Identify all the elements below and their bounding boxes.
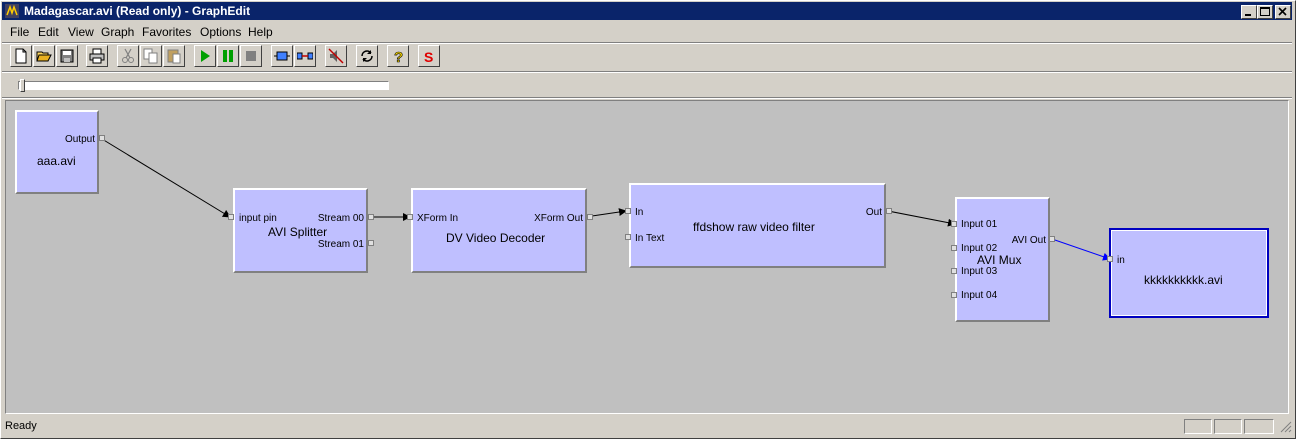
menu-graph[interactable]: Graph xyxy=(101,25,134,39)
pin-input-04[interactable] xyxy=(951,292,957,298)
pin-input-01[interactable] xyxy=(951,221,957,227)
status-pane-2 xyxy=(1214,419,1242,434)
filter-name: AVI Mux xyxy=(977,253,1022,267)
stop-icon[interactable] xyxy=(240,45,262,67)
filter-name: DV Video Decoder xyxy=(446,231,546,245)
status-text: Ready xyxy=(5,420,37,432)
filter-name: kkkkkkkkkk.avi xyxy=(1144,273,1223,287)
status-pane-3 xyxy=(1244,419,1274,434)
menu-options[interactable]: Options xyxy=(200,25,241,39)
menu-favorites[interactable]: Favorites xyxy=(142,25,191,39)
connection-ffdshow-mux[interactable] xyxy=(887,210,956,227)
connection-source-splitter[interactable] xyxy=(101,138,231,218)
new-icon[interactable] xyxy=(10,45,32,67)
filter-dv-decoder[interactable]: XForm In XForm Out DV Video Decoder xyxy=(411,188,587,273)
pin-label-input-01: Input 01 xyxy=(961,219,998,230)
svg-text:?: ? xyxy=(394,49,403,64)
filter-name: aaa.avi xyxy=(37,154,76,168)
filter-avi-mux[interactable]: Input 01 AVI Out Input 02 AVI Mux Input … xyxy=(955,197,1050,322)
filter-name: AVI Splitter xyxy=(268,225,328,239)
pin-stream-00[interactable] xyxy=(368,214,374,220)
pin-stream-01[interactable] xyxy=(368,240,374,246)
pin-input[interactable] xyxy=(228,214,234,220)
pin-label-input-03: Input 03 xyxy=(961,266,998,277)
s-icon[interactable]: S xyxy=(418,45,440,67)
resize-grip-icon[interactable] xyxy=(1280,421,1292,433)
pin-out[interactable] xyxy=(886,208,892,214)
pin-label-in-text: In Text xyxy=(635,233,665,244)
filter-ffdshow[interactable]: In Out ffdshow raw video filter In Text xyxy=(629,183,886,268)
pin-label-in: in xyxy=(1117,255,1125,266)
pin-xform-in[interactable] xyxy=(407,214,413,220)
close-button[interactable] xyxy=(1275,5,1291,19)
paste-icon[interactable] xyxy=(163,45,185,67)
play-icon[interactable] xyxy=(194,45,216,67)
menu-help[interactable]: Help xyxy=(248,25,273,39)
seek-thumb[interactable] xyxy=(20,79,25,92)
pin-label-out: Out xyxy=(865,207,882,218)
toolbar: ? S xyxy=(2,44,1292,70)
pin-label-xform-out: XForm Out xyxy=(534,213,583,224)
pin-label-xform-in: XForm In xyxy=(417,213,459,224)
pin-label-input-04: Input 04 xyxy=(961,290,998,301)
pin-in[interactable] xyxy=(1107,256,1113,262)
pin-input-03[interactable] xyxy=(951,268,957,274)
seek-bar[interactable] xyxy=(18,81,389,90)
copy-icon[interactable] xyxy=(140,45,162,67)
connect-icon[interactable] xyxy=(294,45,316,67)
minimize-button[interactable] xyxy=(1241,5,1257,19)
svg-text:S: S xyxy=(424,49,433,64)
menu-bar: File Edit View Graph Favorites Options H… xyxy=(2,23,1292,41)
pin-label-stream-00: Stream 00 xyxy=(317,213,364,224)
menu-file[interactable]: File xyxy=(10,25,29,39)
filter-name: ffdshow raw video filter xyxy=(693,220,815,234)
pin-label-in: In xyxy=(635,207,644,218)
open-icon[interactable] xyxy=(33,45,55,67)
filter-icon[interactable] xyxy=(271,45,293,67)
title-bar: Madagascar.avi (Read only) - GraphEdit xyxy=(2,2,1292,20)
pin-output[interactable] xyxy=(99,135,105,141)
menu-edit[interactable]: Edit xyxy=(38,25,59,39)
help-icon[interactable]: ? xyxy=(387,45,409,67)
pin-in-text[interactable] xyxy=(625,234,631,240)
connection-decoder-ffdshow[interactable] xyxy=(591,208,627,217)
pin-in[interactable] xyxy=(625,208,631,214)
app-icon xyxy=(5,4,19,18)
pin-label-stream-01: Stream 01 xyxy=(317,239,364,250)
filter-source[interactable]: Output aaa.avi xyxy=(15,110,99,194)
filter-file-writer[interactable]: in kkkkkkkkkk.avi xyxy=(1109,228,1269,318)
status-bar: Ready xyxy=(2,418,1292,435)
window-title: Madagascar.avi (Read only) - GraphEdit xyxy=(24,4,251,18)
pause-icon[interactable] xyxy=(217,45,239,67)
print-icon[interactable] xyxy=(86,45,108,67)
pin-xform-out[interactable] xyxy=(587,214,593,220)
refresh-icon[interactable] xyxy=(356,45,378,67)
pin-label-avi-out: AVI Out xyxy=(1011,235,1046,246)
filter-avi-splitter[interactable]: input pin Stream 00 AVI Splitter Stream … xyxy=(233,188,368,273)
save-icon[interactable] xyxy=(56,45,78,67)
menu-view[interactable]: View xyxy=(68,25,94,39)
connection-mux-writer[interactable] xyxy=(1051,238,1111,261)
seek-separator xyxy=(2,97,1292,99)
toolbar-separator xyxy=(2,71,1292,73)
cut-icon[interactable] xyxy=(117,45,139,67)
graph-canvas[interactable]: Output aaa.avi input pin Stream 00 AVI S… xyxy=(5,100,1289,414)
pin-label-input: input pin xyxy=(239,213,277,224)
status-pane-1 xyxy=(1184,419,1212,434)
pin-label-output: Output xyxy=(64,134,95,145)
maximize-button[interactable] xyxy=(1257,5,1273,19)
mute-icon[interactable] xyxy=(325,45,347,67)
pin-avi-out[interactable] xyxy=(1049,236,1055,242)
pin-input-02[interactable] xyxy=(951,245,957,251)
